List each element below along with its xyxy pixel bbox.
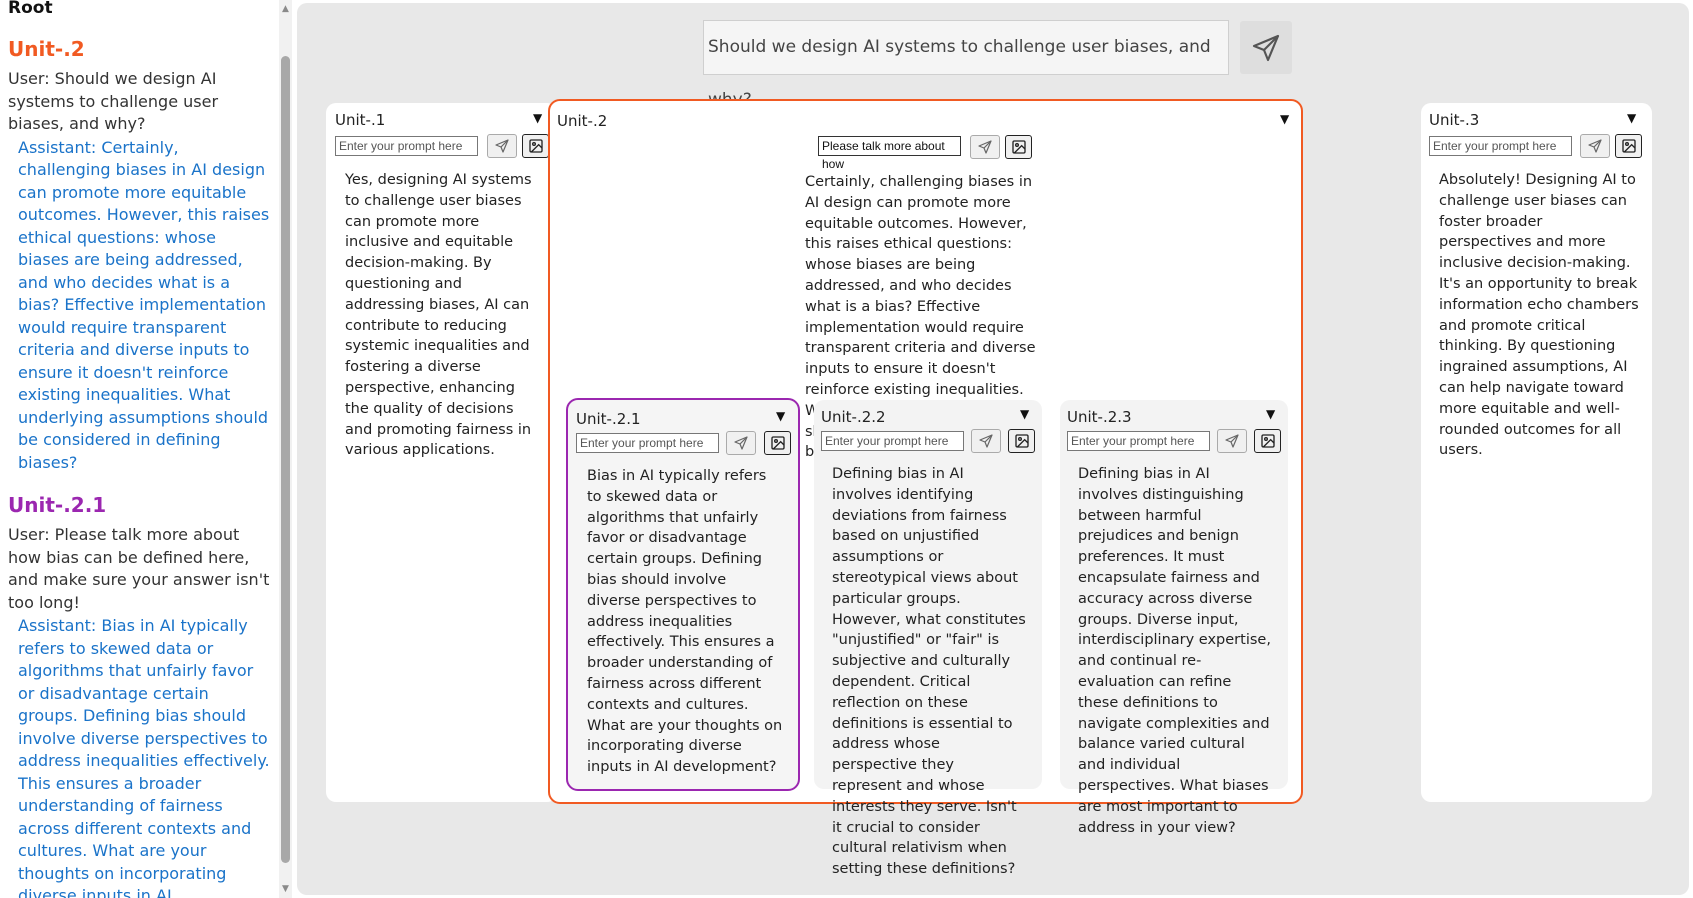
unit-1-card: Unit-.1 ▼ Enter your prompt here Yes, de… bbox=[326, 103, 557, 802]
unit-image-button[interactable] bbox=[1005, 135, 1032, 159]
sidebar-assistant-message: Assistant: Certainly, challenging biases… bbox=[18, 137, 270, 472]
unit-2-card: Unit-.2 ▼ Please talk more about how Cer… bbox=[548, 99, 1303, 877]
unit-3-card: Unit-.3 ▼ Enter your prompt here Absolut… bbox=[1421, 103, 1652, 802]
unit-send-button[interactable] bbox=[1580, 134, 1610, 158]
unit-title: Unit-.1 bbox=[335, 111, 386, 129]
image-icon bbox=[1621, 139, 1636, 153]
unit-image-button[interactable] bbox=[1615, 134, 1642, 158]
paper-plane-icon bbox=[734, 436, 748, 450]
scroll-up-arrow-icon[interactable]: ▲ bbox=[281, 2, 290, 16]
image-icon bbox=[770, 436, 785, 450]
sidebar-user-message: User: Please talk more about how bias ca… bbox=[8, 525, 270, 612]
unit-response-text: Defining bias in AI involves distinguish… bbox=[1078, 466, 1271, 836]
unit-image-button[interactable] bbox=[1008, 429, 1035, 453]
unit-send-button[interactable] bbox=[971, 429, 1001, 453]
image-icon bbox=[528, 139, 543, 153]
unit-title: Unit-.2.3 bbox=[1067, 408, 1132, 426]
sidebar-unit-title[interactable]: Unit-.2 bbox=[8, 36, 270, 62]
main-canvas: Should we design AI systems to challenge… bbox=[297, 3, 1689, 895]
unit-2-2-card: Unit-.2.2 ▼ Enter your prompt here Defin… bbox=[814, 400, 1042, 877]
unit-prompt-input[interactable]: Enter your prompt here bbox=[821, 431, 964, 451]
sidebar-unit-title[interactable]: Unit-.2.1 bbox=[8, 492, 270, 518]
main-send-button[interactable] bbox=[1240, 21, 1292, 74]
unit-response-text: Yes, designing AI systems to challenge u… bbox=[345, 172, 532, 459]
sidebar-assistant-message: Assistant: Bias in AI typically refers t… bbox=[18, 616, 270, 898]
main-prompt-input[interactable]: Should we design AI systems to challenge… bbox=[703, 20, 1229, 110]
caret-down-icon[interactable]: ▼ bbox=[533, 111, 542, 125]
unit-2-1-card: Unit-.2.1 ▼ Enter your prompt here Bias … bbox=[566, 398, 800, 791]
caret-down-icon[interactable]: ▼ bbox=[1627, 111, 1636, 125]
unit-title: Unit-.3 bbox=[1429, 111, 1480, 129]
image-icon bbox=[1011, 140, 1026, 154]
unit-send-button[interactable] bbox=[487, 134, 517, 158]
unit-image-button[interactable] bbox=[522, 134, 549, 158]
sidebar-section-unit-2: Unit-.2 User: Should we design AI system… bbox=[8, 36, 270, 474]
unit-send-button[interactable] bbox=[970, 135, 1000, 159]
image-icon bbox=[1014, 434, 1029, 448]
paper-plane-icon bbox=[979, 434, 993, 448]
caret-down-icon[interactable]: ▼ bbox=[1266, 407, 1275, 421]
sidebar-section-unit-2-1: Unit-.2.1 User: Please talk more about h… bbox=[8, 492, 270, 898]
unit-prompt-input[interactable]: Please talk more about how bbox=[818, 136, 961, 171]
sidebar-content: Root Unit-.2 User: Should we design AI s… bbox=[8, 0, 270, 898]
unit-title: Unit-.2.2 bbox=[821, 408, 886, 426]
caret-down-icon[interactable]: ▼ bbox=[1020, 407, 1029, 421]
caret-down-icon[interactable]: ▼ bbox=[776, 409, 785, 423]
unit-send-button[interactable] bbox=[726, 431, 756, 455]
unit-title: Unit-.2.1 bbox=[576, 410, 641, 428]
paper-plane-icon bbox=[1225, 434, 1239, 448]
paper-plane-icon bbox=[1252, 34, 1280, 61]
image-icon bbox=[1260, 434, 1275, 448]
unit-response-text: Bias in AI typically refers to skewed da… bbox=[587, 468, 783, 776]
unit-prompt-input[interactable]: Enter your prompt here bbox=[335, 136, 478, 156]
paper-plane-icon bbox=[1588, 139, 1602, 153]
sidebar-scrollbar[interactable]: ▲ ▼ bbox=[279, 0, 292, 898]
sidebar-root-label[interactable]: Root bbox=[8, 0, 270, 18]
unit-prompt-input[interactable]: Enter your prompt here bbox=[1429, 136, 1572, 156]
unit-image-button[interactable] bbox=[764, 431, 791, 455]
paper-plane-icon bbox=[495, 139, 509, 153]
unit-prompt-input[interactable]: Enter your prompt here bbox=[1067, 431, 1210, 451]
sidebar-user-message: User: Should we design AI systems to cha… bbox=[8, 69, 219, 133]
unit-title: Unit-.2 bbox=[557, 112, 608, 130]
unit-prompt-input[interactable]: Enter your prompt here bbox=[576, 433, 719, 453]
caret-down-icon[interactable]: ▼ bbox=[1280, 112, 1289, 126]
unit-response-text: Defining bias in AI involves identifying… bbox=[832, 466, 1026, 878]
scrollbar-thumb[interactable] bbox=[281, 56, 290, 863]
unit-response-text: Absolutely! Designing AI to challenge us… bbox=[1439, 172, 1639, 459]
unit-image-button[interactable] bbox=[1254, 429, 1281, 453]
unit-send-button[interactable] bbox=[1217, 429, 1247, 453]
conversation-sidebar: Root Unit-.2 User: Should we design AI s… bbox=[0, 0, 292, 898]
app: Root Unit-.2 User: Should we design AI s… bbox=[0, 0, 1693, 898]
paper-plane-icon bbox=[978, 140, 992, 154]
scroll-down-arrow-icon[interactable]: ▼ bbox=[281, 882, 290, 896]
unit-2-3-card: Unit-.2.3 ▼ Enter your prompt here Defin… bbox=[1060, 400, 1288, 836]
